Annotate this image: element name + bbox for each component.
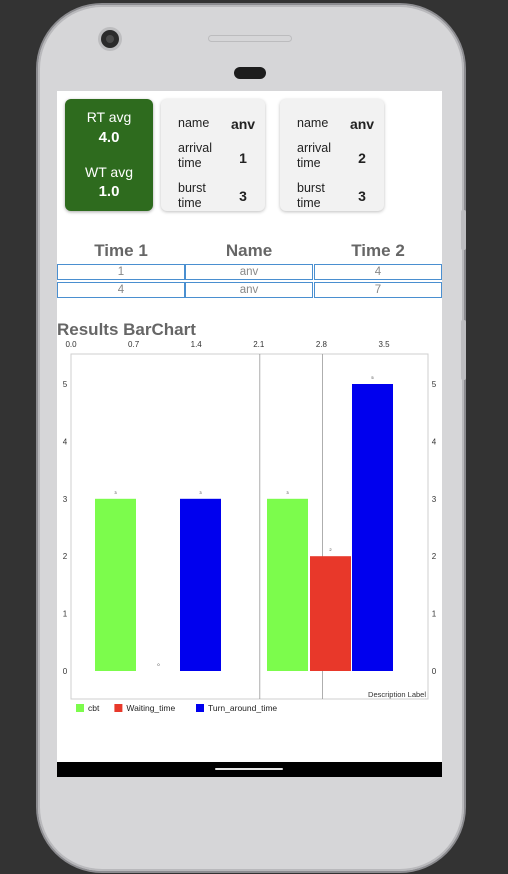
bar-turn-around-time: [352, 384, 393, 671]
process-name: anv: [349, 116, 375, 132]
bar-turn-around-time: [180, 498, 221, 671]
proximity-sensor: [234, 67, 266, 79]
table-cell: 4: [314, 264, 442, 280]
burst-label: burst time: [178, 181, 206, 210]
y-tick-label-right: 2: [432, 552, 437, 561]
x-tick-label: 1.4: [191, 340, 203, 349]
x-tick-label: 2.1: [253, 340, 265, 349]
y-tick-label-right: 1: [432, 610, 437, 619]
rt-avg-value: 4.0: [98, 129, 120, 146]
table-row: 1 anv 4: [57, 264, 442, 280]
header-time-2: Time 2: [351, 241, 405, 260]
y-tick-label-left: 4: [63, 437, 68, 446]
y-tick-label-left: 3: [63, 495, 68, 504]
legend-label: cbt: [88, 703, 100, 713]
arrival-value: 2: [358, 150, 366, 166]
y-tick-label-right: 5: [432, 380, 437, 389]
table-cell: 4: [57, 282, 185, 298]
chart-description-label: Description Label: [368, 690, 426, 699]
legend-label: Turn_around_time: [208, 703, 277, 713]
bar-value-label: 3: [199, 490, 202, 495]
table-row: 4 anv 7: [57, 282, 442, 298]
arrival-value: 1: [239, 150, 247, 166]
front-camera: [101, 30, 119, 48]
bar-value-label: 3: [286, 490, 289, 495]
navigation-bar: [57, 762, 442, 777]
home-indicator: [215, 768, 283, 770]
x-tick-label: 0.7: [128, 340, 140, 349]
y-tick-label-right: 4: [432, 437, 437, 446]
earpiece-speaker: [208, 35, 292, 42]
bar-cbt: [267, 498, 308, 671]
legend-swatch: [76, 704, 84, 712]
x-tick-label: 3.5: [378, 340, 390, 349]
x-tick-label: 2.8: [316, 340, 328, 349]
y-tick-label-left: 1: [63, 610, 68, 619]
y-tick-label-right: 0: [432, 667, 437, 676]
process-card[interactable]: name anv arrival time 2 burst time 3: [280, 99, 384, 211]
legend-swatch: [196, 704, 204, 712]
name-label: name: [178, 116, 210, 130]
bar-value-label: 0: [157, 662, 160, 667]
table-header: Time 1 Name Time 2: [57, 241, 442, 263]
burst-value: 3: [358, 188, 366, 204]
burst-label: burst time: [297, 181, 325, 210]
wt-avg-value: 1.0: [98, 183, 120, 200]
burst-value: 3: [239, 188, 247, 204]
header-name: Name: [225, 241, 273, 260]
wt-avg-label: WT avg: [85, 164, 133, 180]
y-tick-label-left: 2: [63, 552, 68, 561]
legend-swatch: [114, 704, 123, 712]
header-time-1: Time 1: [94, 241, 148, 260]
x-tick-label: 0.0: [65, 340, 77, 349]
y-tick-label-left: 5: [63, 380, 68, 389]
bar-waiting-time: [310, 556, 351, 671]
rt-avg-label: RT avg: [86, 109, 132, 125]
table-cell: 1: [57, 264, 185, 280]
power-button: [461, 320, 466, 380]
results-bar-chart[interactable]: 0.0 0.7 1.4 2.1 2.8 3.5 0 0 1 1 2 2 3 3 4 4 5 5 3 3 0 2 3 5 Desc…: [57, 336, 442, 716]
table-cell: anv: [185, 282, 313, 298]
arrival-label: arrival time: [297, 141, 332, 170]
table-cell: 7: [314, 282, 442, 298]
volume-button: [461, 210, 466, 250]
arrival-label: arrival time: [178, 141, 213, 170]
name-label: name: [297, 116, 329, 130]
bar-value-label: 2: [329, 547, 332, 552]
legend-label: Waiting_time: [126, 703, 175, 713]
y-tick-label-right: 3: [432, 495, 437, 504]
process-card[interactable]: name anv arrival time 1 burst time 3: [161, 99, 265, 211]
table-cell: anv: [185, 264, 313, 280]
bar-value-label: 5: [371, 375, 374, 380]
app-screen: RT avg 4.0 WT avg 1.0 name anv arrival t…: [57, 91, 442, 777]
process-name: anv: [230, 116, 256, 132]
bar-value-label: 3: [114, 490, 117, 495]
averages-card: RT avg 4.0 WT avg 1.0: [65, 99, 153, 211]
y-tick-label-left: 0: [63, 667, 68, 676]
bar-cbt: [95, 498, 136, 671]
